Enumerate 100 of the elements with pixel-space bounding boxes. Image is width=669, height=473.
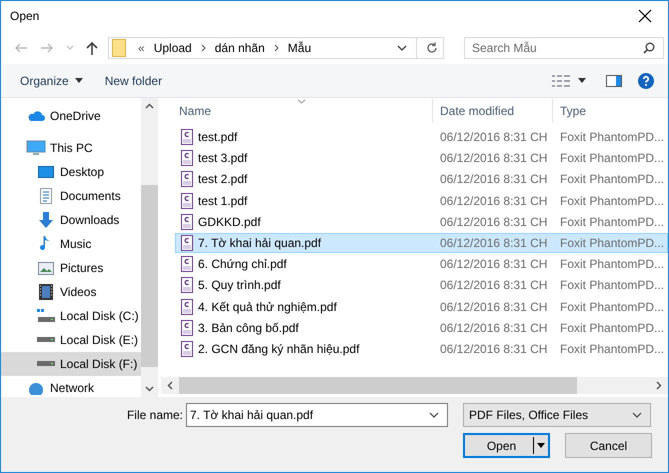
sidebar-item[interactable]: Downloads [1, 208, 141, 232]
file-row[interactable]: GDKKD.pdf 06/12/2016 8:31 CH Foxit PhantomPD... [175, 212, 668, 232]
address-bar[interactable]: « Upload dán nhãn Mẫu [108, 36, 444, 58]
file-name-field[interactable]: 7. Tờ khai hải quan.pdf [186, 403, 448, 427]
sort-caret-icon [296, 99, 306, 104]
date-cell-text: 06/12/2016 8:31 CH [439, 320, 548, 335]
pdf-file-icon [181, 214, 193, 230]
column-header[interactable]: Type [553, 99, 668, 123]
sidebar-item[interactable]: Desktop [1, 160, 141, 184]
caret-icon [632, 412, 642, 418]
pdf-file-icon [181, 129, 193, 145]
date-cell-text: 06/12/2016 8:31 CH [439, 278, 548, 292]
file-name: 4. Kết quả thử nghiệm.pdf [198, 300, 337, 314]
search-icon [643, 42, 655, 54]
caret-icon[interactable] [429, 412, 439, 418]
cloud-icon [27, 110, 45, 122]
organize-menu[interactable]: Organize [11, 70, 92, 92]
sidebar-item[interactable]: This PC [1, 136, 141, 160]
type-cell-text: Foxit PhantomPD... [559, 172, 666, 186]
sidebar-item[interactable]: Documents [1, 184, 141, 208]
type-cell-text: Foxit PhantomPD... [559, 278, 666, 292]
pdf-file-icon [181, 340, 193, 357]
computer-icon [26, 140, 46, 156]
pdf-file-icon [181, 256, 193, 272]
scrollbar-thumb[interactable] [179, 377, 577, 394]
file-row[interactable]: test 3.pdf 06/12/2016 8:31 CH Foxit PhantomPD... [175, 148, 668, 168]
file-row[interactable]: 6. Chứng chỉ.pdf 06/12/2016 8:31 CH Foxit PhantomPD... [175, 254, 668, 274]
cancel-button[interactable]: Cancel [565, 433, 652, 458]
file-row[interactable]: 7. Tờ khai hải quan.pdf 06/12/2016 8:31 CH Foxit PhantomPD... [175, 232, 668, 253]
type-cell-text: Foxit PhantomPD... [559, 300, 666, 314]
date-cell-text: 06/12/2016 8:31 CH [439, 151, 548, 166]
sidebar-item[interactable]: Videos [1, 280, 141, 304]
sidebar-item[interactable]: Local Disk (F:) [1, 352, 141, 376]
file-row[interactable]: test 2.pdf 06/12/2016 8:31 CH Foxit PhantomPD... [175, 169, 668, 190]
date-cell-text: 06/12/2016 8:31 CH [439, 236, 548, 250]
file-name: test 1.pdf [198, 194, 248, 208]
drive-icon [37, 361, 55, 367]
scrollbar[interactable] [161, 377, 668, 394]
file-row[interactable]: 3. Bản công bố.pdf 06/12/2016 8:31 CH Foxit PhantomPD... [175, 318, 668, 338]
breadcrumb-item[interactable]: Mẫu [288, 40, 312, 54]
file-row[interactable]: 5. Quy trình.pdf 06/12/2016 8:31 CH Foxit PhantomPD... [175, 275, 668, 296]
type-cell-text: Foxit PhantomPD... [559, 320, 666, 335]
window-title: Open [10, 9, 40, 23]
column-header[interactable]: Date modified [433, 99, 553, 123]
search-field[interactable]: Search Mẫu [464, 36, 664, 58]
music-note-icon [40, 236, 52, 252]
breadcrumb-item[interactable]: Upload [154, 40, 192, 54]
file-name: 7. Tờ khai hải quan.pdf [198, 236, 322, 250]
scrollbar[interactable] [141, 98, 158, 397]
help-icon[interactable] [638, 72, 654, 88]
chevron-icon [274, 44, 279, 52]
type-cell-text: Foxit PhantomPD... [559, 214, 666, 229]
refresh-icon[interactable] [426, 42, 438, 54]
pdf-file-icon [181, 150, 193, 166]
file-row[interactable]: 2. GCN đăng ký nhãn hiệu.pdf 06/12/2016 8:31 CH Foxit PhantomPD... [175, 338, 668, 359]
folder-icon [112, 38, 126, 56]
view-options-icon[interactable] [552, 74, 570, 86]
caret-icon[interactable] [578, 78, 586, 83]
sidebar-item[interactable]: Local Disk (C:) [1, 304, 141, 328]
close-icon[interactable] [638, 9, 652, 23]
drive-icon [37, 337, 55, 343]
pdf-file-icon [181, 298, 193, 314]
file-name: 6. Chứng chỉ.pdf [198, 257, 287, 272]
sidebar-item[interactable]: OneDrive [1, 104, 141, 128]
column-header[interactable]: Name [161, 99, 433, 123]
preview-pane-icon[interactable] [606, 74, 622, 86]
picture-icon [38, 262, 54, 274]
file-name: 2. GCN đăng ký nhãn hiệu.pdf [198, 342, 360, 356]
pdf-file-icon [181, 171, 193, 188]
breadcrumb-item[interactable]: dán nhãn [214, 40, 265, 54]
scroll-left-icon[interactable] [167, 381, 173, 390]
up-arrow-icon[interactable] [86, 40, 98, 54]
date-cell-text: 06/12/2016 8:31 CH [439, 130, 548, 144]
file-type-dropdown[interactable]: PDF Files, Office Files [463, 403, 651, 427]
scrollbar-thumb[interactable] [141, 185, 158, 367]
open-button[interactable]: Open [463, 433, 550, 458]
scroll-right-icon[interactable] [656, 381, 662, 390]
scroll-up-icon[interactable] [145, 103, 154, 109]
caret-icon[interactable] [397, 44, 407, 50]
date-cell-text: 06/12/2016 8:31 CH [439, 342, 548, 356]
sidebar-item[interactable]: Network [1, 376, 141, 397]
new-folder-button[interactable]: New folder [96, 70, 172, 92]
file-name: 5. Quy trình.pdf [198, 278, 281, 292]
file-name: 3. Bản công bố.pdf [198, 320, 299, 335]
sidebar-item[interactable]: Music [1, 232, 141, 256]
desktop-icon [38, 165, 54, 179]
breadcrumb-overflow[interactable]: « [138, 40, 145, 54]
file-row[interactable]: 4. Kết quả thử nghiệm.pdf 06/12/2016 8:31 CH Foxit PhantomPD... [175, 296, 668, 316]
scroll-down-icon[interactable] [145, 386, 154, 392]
sidebar-item[interactable]: Local Disk (E:) [1, 328, 141, 352]
file-name: GDKKD.pdf [198, 214, 261, 229]
type-cell-text: Foxit PhantomPD... [559, 194, 666, 208]
type-cell-text: Foxit PhantomPD... [559, 236, 666, 250]
type-cell-text: Foxit PhantomPD... [559, 342, 666, 356]
file-row[interactable]: test.pdf 06/12/2016 8:31 CH Foxit PhantomPD... [175, 127, 668, 147]
sidebar-item[interactable]: Pictures [1, 256, 141, 280]
type-cell-text: Foxit PhantomPD... [559, 130, 666, 144]
file-row[interactable]: test 1.pdf 06/12/2016 8:31 CH Foxit PhantomPD... [175, 190, 668, 211]
pdf-file-icon [181, 320, 193, 336]
chevron-icon [200, 44, 206, 52]
